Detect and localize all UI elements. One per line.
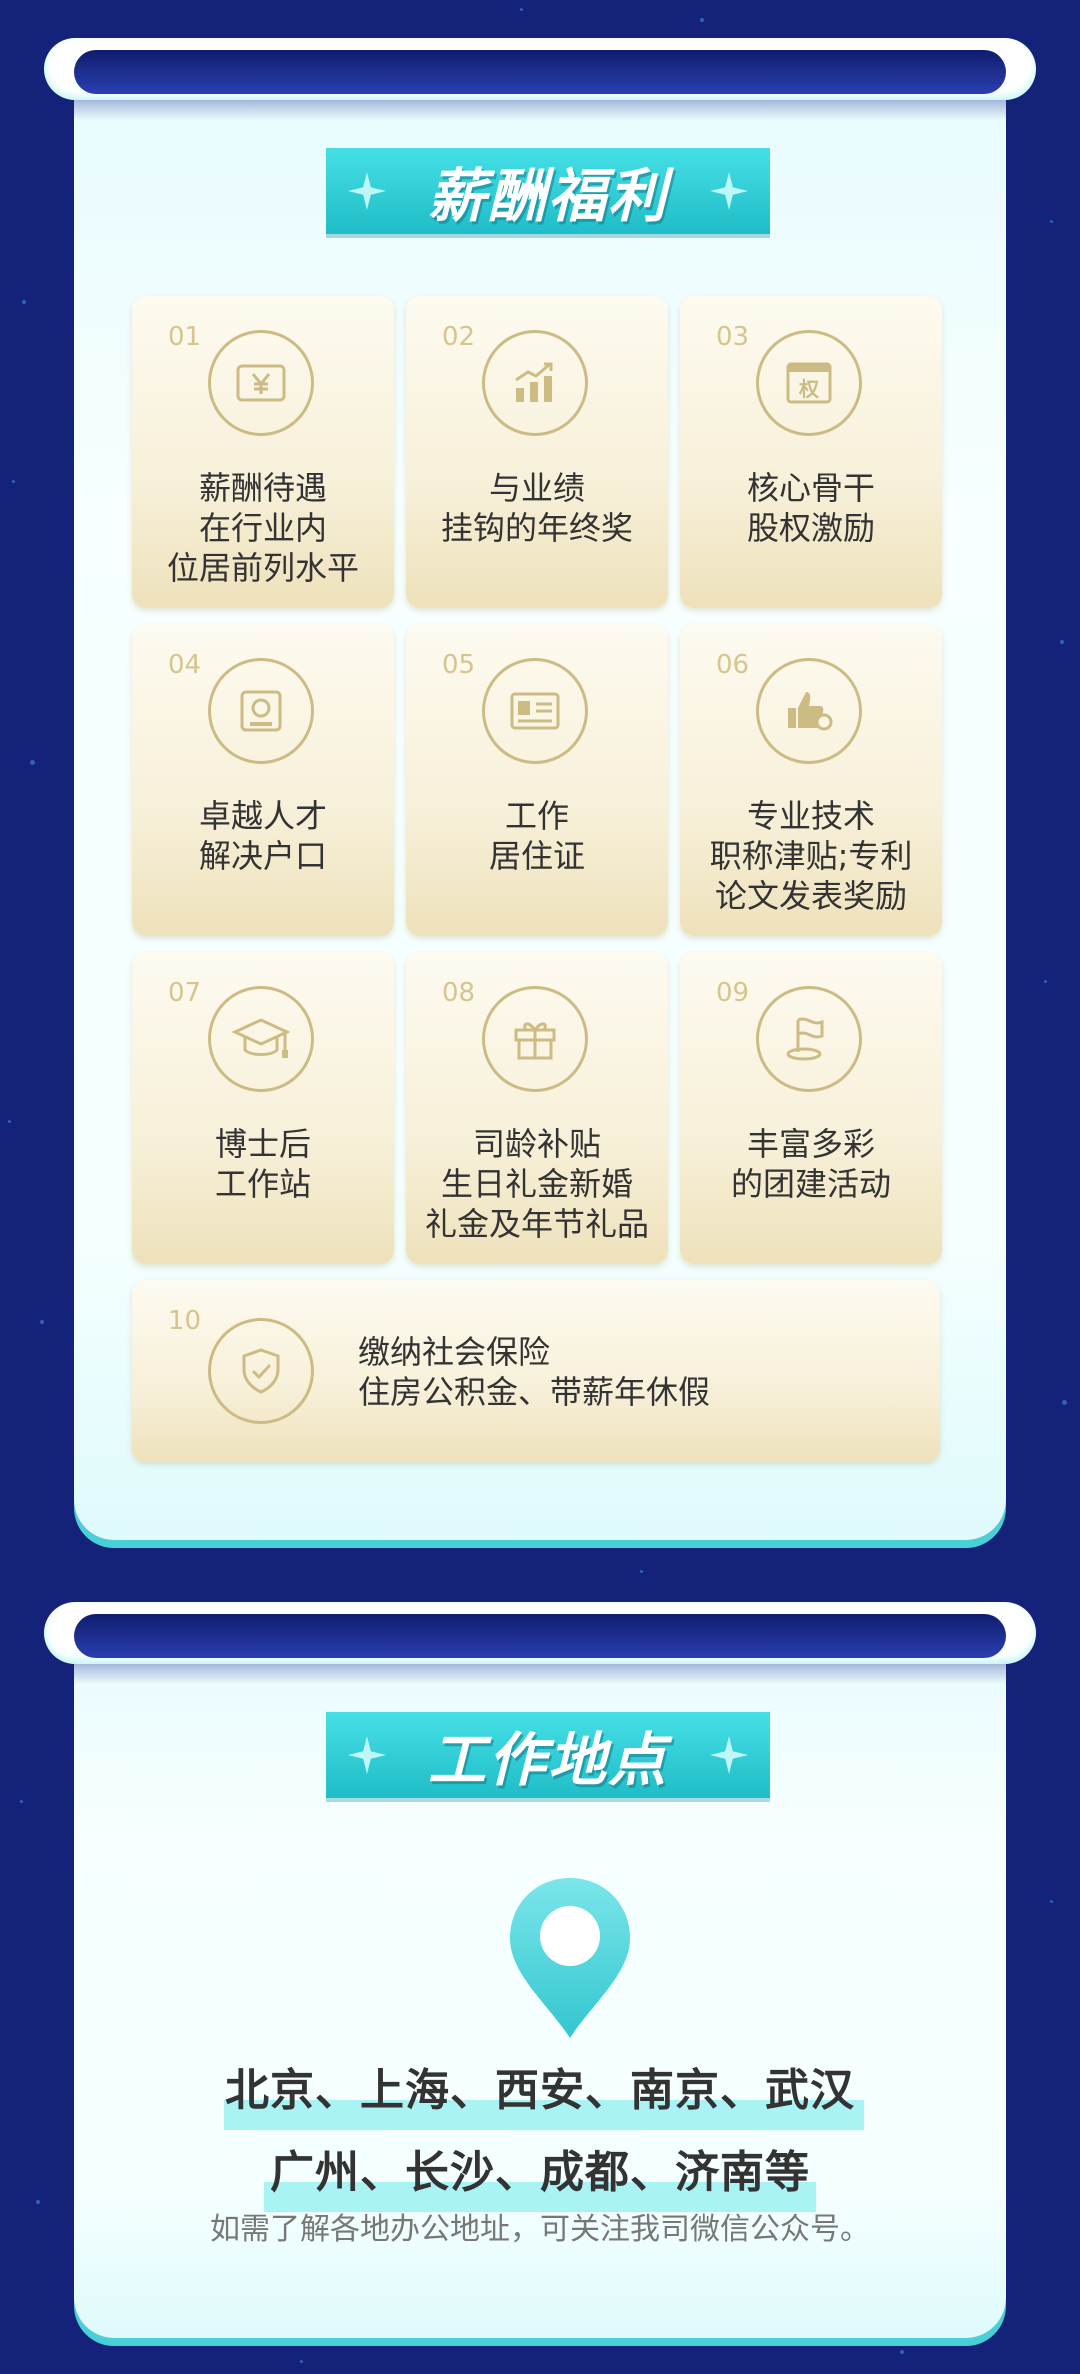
card-text-line: 生日礼金新婚: [440, 1165, 633, 1203]
location-note: 如需了解各地办公地址，可关注我司微信公众号。: [210, 2212, 870, 2247]
thumbs-up-award-icon: [788, 692, 833, 731]
card-text-line: 博士后: [214, 1125, 311, 1163]
card-text-line: 居住证: [488, 837, 585, 875]
card-text-line: 核心骨干: [746, 469, 875, 507]
welfare-card-06: 06 专业技术 职称津贴;专利 论文发表奖励: [680, 624, 942, 936]
card-text-line: 挂钩的年终奖: [440, 509, 633, 547]
welfare-card-09: 09 丰富多彩 的团建活动: [680, 952, 942, 1264]
card-text-line: 工作站: [214, 1165, 311, 1203]
location-panel: 工作地点 北京、上海、西安、南京、武汉 广州、长沙、成都、济南等 如需了解各地办…: [44, 1602, 1036, 2342]
card-text-line: 司龄补贴: [472, 1125, 601, 1163]
shield-check-icon: [242, 1348, 280, 1394]
welfare-card-10: 10 缴纳社会保险 住房公积金、带薪年休假: [132, 1280, 940, 1462]
card-number: 02: [442, 322, 476, 352]
talent-badge-icon: [240, 690, 282, 732]
cities-line1: 北京、上海、西安、南京、武汉: [225, 2065, 855, 2116]
sparkle-icon: [710, 1736, 748, 1774]
cities-line2: 广州、长沙、成都、济南等: [270, 2147, 810, 2198]
growth-chart-icon: [515, 362, 553, 402]
equity-certificate-icon: 权: [786, 362, 832, 404]
card-text-line: 的团建活动: [730, 1165, 891, 1203]
card-number: 08: [442, 978, 476, 1008]
card-number: 09: [716, 978, 750, 1008]
card-number: 05: [442, 650, 476, 680]
card-text-line: 缴纳社会保险: [358, 1333, 551, 1371]
residence-card-icon: [510, 692, 560, 730]
welfare-card-03: 03 权 核心骨干 股权激励: [680, 296, 942, 608]
card-text-line: 解决户口: [198, 837, 327, 875]
welfare-title: 薪酬福利: [427, 162, 668, 230]
graduation-cap-icon: [231, 1018, 291, 1058]
location-title: 工作地点: [427, 1726, 668, 1794]
card-number: 01: [168, 322, 202, 352]
svg-text:权: 权: [798, 377, 820, 401]
map-pin-icon: [510, 1878, 630, 2038]
card-text-line: 卓越人才: [198, 797, 327, 835]
location-paper: 工作地点 北京、上海、西安、南京、武汉 广州、长沙、成都、济南等 如需了解各地办…: [74, 1624, 1006, 2338]
welfare-card-05: 05 工作 居住证: [406, 624, 668, 936]
card-text-line: 工作: [504, 797, 569, 835]
welfare-card-07: 07 博士后 工作站: [132, 952, 394, 1264]
location-title-banner: 工作地点: [326, 1712, 770, 1798]
scroll-rod-top: [44, 1602, 1036, 1664]
city-list-line2: 广州、长沙、成都、济南等: [74, 2136, 1006, 2200]
card-number: 03: [716, 322, 750, 352]
sparkle-icon: [710, 172, 748, 210]
scroll-rod-top: [44, 38, 1036, 100]
card-text-line: 职称津贴;专利: [709, 837, 913, 875]
card-text-line: 专业技术: [746, 797, 875, 835]
card-text-line: 在行业内: [198, 509, 327, 547]
sparkle-icon: [348, 172, 386, 210]
welfare-card-01: 01 薪酬待遇 在行业内 位居前列水平: [132, 296, 394, 608]
card-number: 04: [168, 650, 202, 680]
card-number: 10: [168, 1306, 202, 1336]
welfare-card-02: 02 与业绩 挂钩的年终奖: [406, 296, 668, 608]
welfare-card-04: 04 卓越人才 解决户口: [132, 624, 394, 936]
welfare-paper: 薪酬福利 01 薪酬待遇 在行业内 位居前列水平 02 与业绩 挂钩的年终奖 0…: [74, 60, 1006, 1540]
card-number: 06: [716, 650, 750, 680]
gift-icon: [514, 1022, 556, 1060]
card-text-line: 位居前列水平: [166, 549, 359, 587]
flag-icon: [786, 1017, 824, 1061]
sparkle-icon: [348, 1736, 386, 1774]
card-text-line: 股权激励: [746, 509, 875, 547]
card-text-line: 与业绩: [488, 469, 585, 507]
welfare-card-08: 08 司龄补贴 生日礼金新婚 礼金及年节礼品: [406, 952, 668, 1264]
card-text-line: 薪酬待遇: [198, 469, 327, 507]
welfare-title-banner: 薪酬福利: [326, 148, 770, 234]
card-text-line: 论文发表奖励: [714, 877, 907, 915]
card-number: 07: [168, 978, 202, 1008]
card-text-line: 丰富多彩: [746, 1125, 875, 1163]
welfare-panel: 薪酬福利 01 薪酬待遇 在行业内 位居前列水平 02 与业绩 挂钩的年终奖 0…: [44, 38, 1036, 1558]
yen-ticket-icon: [236, 364, 286, 402]
card-text-line: 礼金及年节礼品: [424, 1205, 649, 1243]
card-text-line: 住房公积金、带薪年休假: [358, 1373, 711, 1411]
city-list-line1: 北京、上海、西安、南京、武汉: [74, 2054, 1006, 2118]
